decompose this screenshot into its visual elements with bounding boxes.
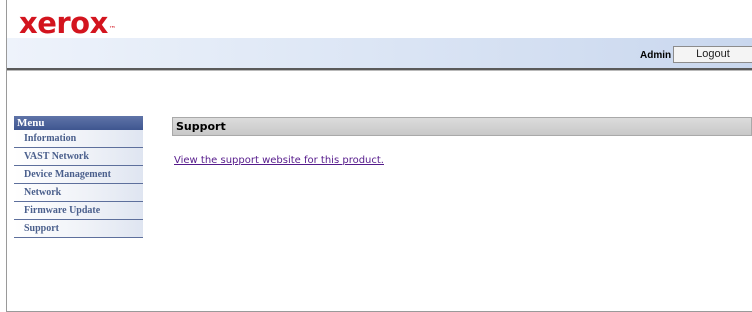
- xerox-logo: xerox™: [19, 6, 116, 40]
- logo-trademark: ™: [108, 25, 116, 33]
- menu-header: Menu: [14, 116, 143, 130]
- menu-item-information[interactable]: Information: [14, 130, 143, 148]
- logo-text: xerox: [19, 6, 108, 40]
- menu-item-device-management[interactable]: Device Management: [14, 166, 143, 184]
- admin-label: Admin: [640, 50, 672, 61]
- support-website-link[interactable]: View the support website for this produc…: [174, 155, 384, 166]
- menu-item-vast-network[interactable]: VAST Network: [14, 148, 143, 166]
- top-bar-divider: [7, 68, 752, 71]
- side-menu: Menu Information VAST Network Device Man…: [14, 116, 143, 238]
- menu-item-network[interactable]: Network: [14, 184, 143, 202]
- menu-item-support[interactable]: Support: [14, 220, 143, 238]
- section-title-bar: Support: [172, 117, 752, 136]
- logout-button[interactable]: Logout: [673, 46, 752, 63]
- menu-item-firmware-update[interactable]: Firmware Update: [14, 202, 143, 220]
